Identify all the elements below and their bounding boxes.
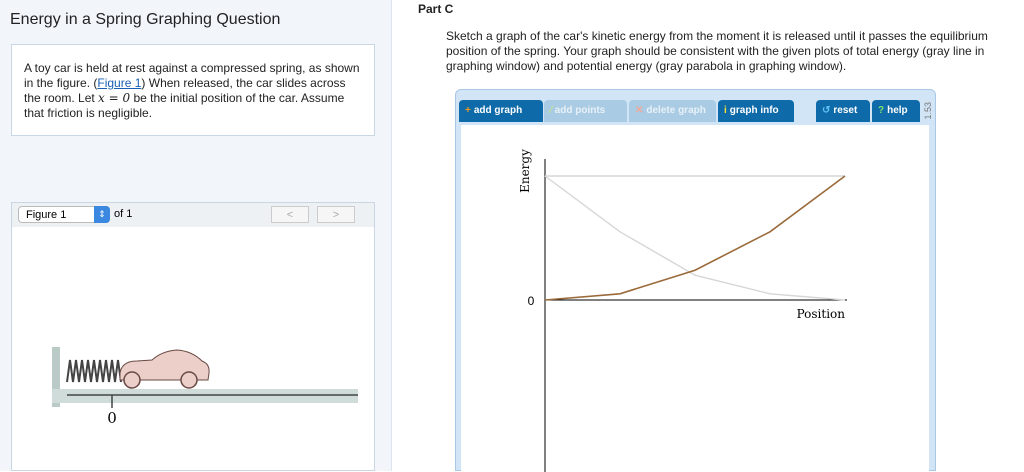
version-label: 1.53	[923, 102, 933, 120]
add-points-label: add points	[554, 105, 606, 116]
x-icon: ✕	[635, 105, 644, 116]
series-group	[544, 175, 846, 301]
plus-icon: +	[465, 105, 471, 116]
potential-energy-line	[544, 175, 846, 301]
left-panel: Energy in a Spring Graphing Question A t…	[0, 0, 392, 471]
reset-button[interactable]: ↺ reset	[816, 100, 870, 122]
figure-select-value: Figure 1	[26, 209, 67, 221]
add-graph-label: add graph	[473, 105, 523, 116]
select-arrows-icon: ⇕	[94, 206, 110, 223]
graph-info-label: graph info	[729, 105, 779, 116]
info-icon: i	[724, 105, 727, 116]
help-button[interactable]: ? help	[872, 100, 920, 122]
y-axis-label: Energy	[518, 149, 532, 193]
figure-zero-label: 0	[107, 409, 117, 427]
graphing-tool: + add graph ⁄ add points ✕ delete graph i gr…	[455, 89, 936, 472]
figure-count: of 1	[114, 208, 133, 220]
help-label: help	[887, 105, 908, 116]
energy-chart: Energy 0 Position	[518, 149, 847, 472]
reset-label: reset	[833, 105, 858, 116]
page-title: Energy in a Spring Graphing Question	[10, 11, 281, 28]
reset-icon: ↺	[822, 105, 831, 116]
spring-car-illustration: 0	[52, 347, 358, 427]
figure-link[interactable]: Figure 1	[97, 76, 141, 90]
figure-select[interactable]: Figure 1 ⇕	[18, 206, 110, 223]
graph-window[interactable]: Energy 0 Position	[461, 125, 929, 472]
add-points-icon: ⁄	[550, 105, 552, 116]
figure-image: 0	[11, 227, 375, 471]
variable-x: x = 0	[98, 91, 131, 105]
prev-figure-button[interactable]: <	[271, 206, 309, 223]
figure-toolbar: Figure 1 ⇕ of 1 < >	[11, 202, 375, 228]
delete-graph-button[interactable]: ✕ delete graph	[629, 100, 716, 122]
y-tick-zero: 0	[528, 294, 535, 308]
help-icon: ?	[878, 105, 885, 116]
graph-info-button[interactable]: i graph info	[718, 100, 794, 122]
add-graph-button[interactable]: + add graph	[459, 100, 543, 122]
delete-graph-label: delete graph	[646, 105, 706, 116]
next-figure-button[interactable]: >	[317, 206, 355, 223]
kinetic-energy-line[interactable]	[544, 175, 846, 301]
part-label: Part C	[418, 2, 454, 16]
x-axis-label: Position	[797, 307, 846, 321]
instructions: Sketch a graph of the car's kinetic ener…	[446, 29, 988, 73]
problem-text: A toy car is held at rest against a comp…	[11, 44, 375, 136]
add-points-button[interactable]: ⁄ add points	[544, 100, 627, 122]
